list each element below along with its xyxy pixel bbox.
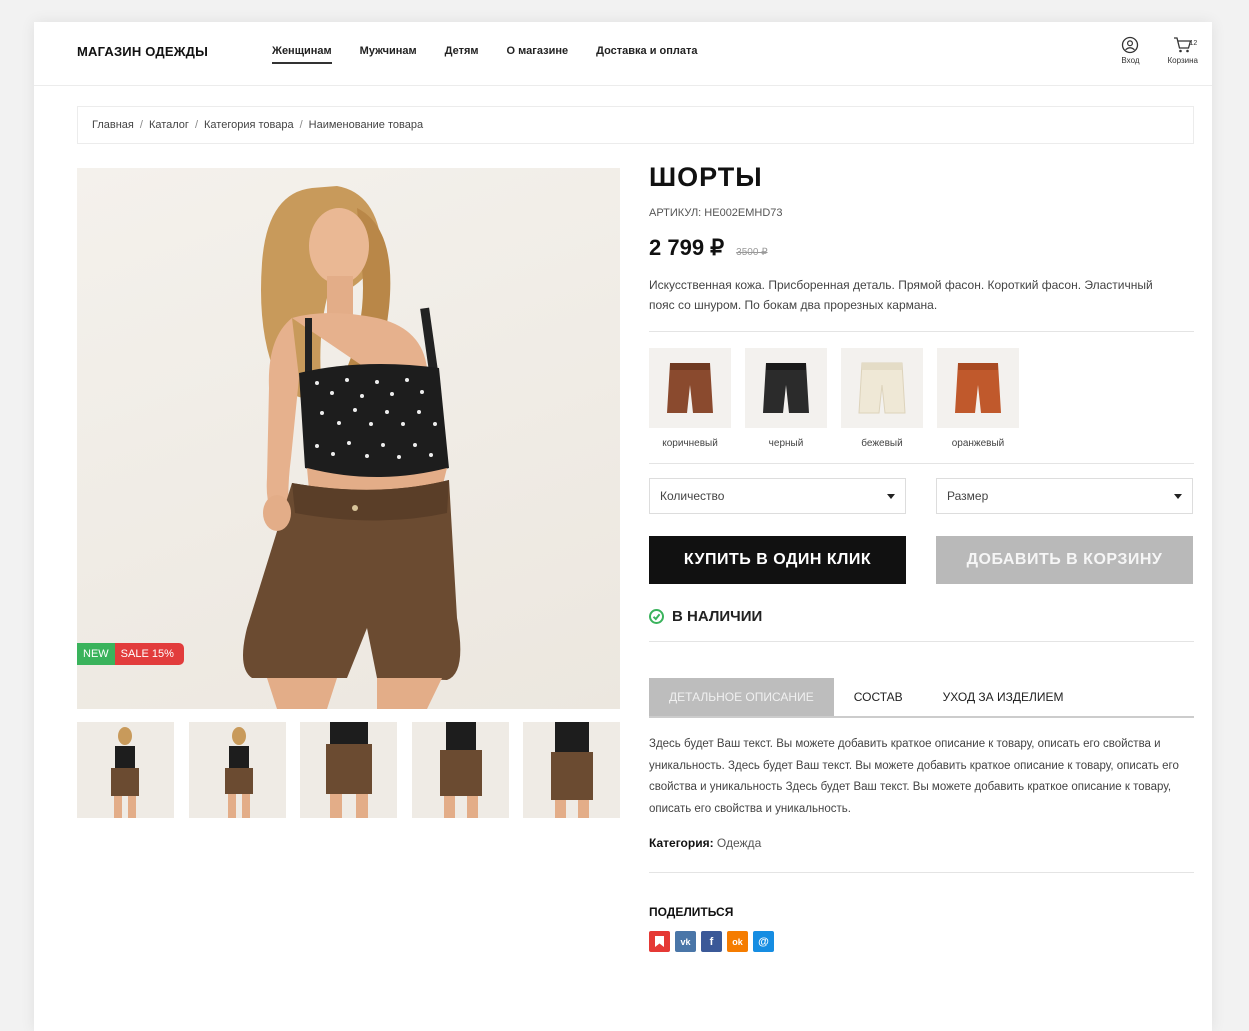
- thumbnail[interactable]: [188, 722, 286, 818]
- breadcrumb: Главная / Каталог / Категория товара / Наим…: [77, 106, 1194, 144]
- tab-detailed-description[interactable]: ДЕТАЛЬНОЕ ОПИСАНИЕ: [649, 678, 834, 716]
- badge-sale: SALE 15%: [114, 643, 184, 665]
- thumbnail[interactable]: [523, 722, 620, 818]
- thumbnail[interactable]: [77, 722, 174, 818]
- nav-item-about[interactable]: О магазине: [507, 45, 569, 64]
- divider: [649, 331, 1194, 332]
- login-label: Вход: [1121, 56, 1140, 65]
- cart-button[interactable]: 12 Корзина: [1168, 36, 1198, 65]
- product-short-description: Искусственная кожа. Присборенная деталь.…: [649, 278, 1153, 312]
- product-title: ШОРТЫ: [649, 162, 763, 192]
- vk-icon[interactable]: vk: [675, 931, 696, 952]
- chevron-down-icon: [887, 493, 895, 499]
- color-option-orange[interactable]: оранжевый: [937, 348, 1019, 449]
- divider: [649, 463, 1194, 464]
- divider: [649, 641, 1194, 642]
- color-swatch: [841, 348, 923, 428]
- facebook-icon[interactable]: f: [701, 931, 722, 952]
- color-option-beige[interactable]: бежевый: [841, 348, 923, 449]
- breadcrumb-home[interactable]: Главная: [92, 119, 134, 131]
- share-icons: vk f ok @: [649, 931, 1194, 952]
- thumbnail[interactable]: [300, 722, 397, 818]
- nav-item-delivery[interactable]: Доставка и оплата: [596, 45, 697, 64]
- product-badges: NEW SALE 15%: [77, 643, 184, 665]
- category-value[interactable]: Одежда: [717, 836, 761, 850]
- size-select[interactable]: Размер: [936, 478, 1193, 514]
- description-tabs: ДЕТАЛЬНОЕ ОПИСАНИЕ СОСТАВ УХОД ЗА ИЗДЕЛИ…: [649, 678, 1194, 718]
- product-info: ШОРТЫ АРТИКУЛ: HE002EMHD73 2 799 ₽ 3500 …: [649, 162, 1194, 952]
- photo-thumbnails: [77, 722, 620, 818]
- cart-label: Корзина: [1167, 56, 1198, 65]
- divider: [649, 872, 1194, 873]
- moimir-icon[interactable]: @: [753, 931, 774, 952]
- size-select-label: Размер: [947, 489, 989, 503]
- main-nav: Женщинам Мужчинам Детям О магазине Доста…: [272, 45, 698, 64]
- stock-label: В НАЛИЧИИ: [672, 608, 763, 625]
- buy-one-click-button[interactable]: КУПИТЬ В ОДИН КЛИК: [649, 536, 906, 584]
- quantity-select-label: Количество: [660, 489, 725, 503]
- tab-composition[interactable]: СОСТАВ: [834, 678, 923, 716]
- model-photo: [243, 186, 461, 709]
- chevron-down-icon: [1174, 493, 1182, 499]
- add-to-cart-button[interactable]: ДОБАВИТЬ В КОРЗИНУ: [936, 536, 1193, 584]
- login-button[interactable]: Вход: [1121, 36, 1140, 65]
- breadcrumb-category[interactable]: Категория товара: [204, 119, 294, 131]
- share-title: ПОДЕЛИТЬСЯ: [649, 905, 734, 919]
- product-sku: АРТИКУЛ: HE002EMHD73: [649, 207, 783, 219]
- tab-care[interactable]: УХОД ЗА ИЗДЕЛИЕМ: [923, 678, 1084, 716]
- color-label: оранжевый: [951, 438, 1005, 449]
- product-price: 2 799 ₽: [649, 235, 725, 260]
- category-label: Категория:: [649, 836, 714, 850]
- color-label: бежевый: [861, 438, 903, 449]
- nav-item-men[interactable]: Мужчинам: [360, 45, 417, 64]
- color-swatch: [649, 348, 731, 428]
- product-category: Категория: Одежда: [649, 836, 1194, 850]
- purchase-buttons: КУПИТЬ В ОДИН КЛИК ДОБАВИТЬ В КОРЗИНУ: [649, 536, 1194, 584]
- thumbnail[interactable]: [411, 722, 509, 818]
- nav-item-women[interactable]: Женщинам: [272, 45, 332, 64]
- header-actions: Вход 12 Корзина: [1121, 36, 1198, 65]
- breadcrumb-catalog[interactable]: Каталог: [149, 119, 189, 131]
- color-options: коричневый черный бежевый оранжевый: [649, 348, 1194, 449]
- bookmark-icon[interactable]: [649, 931, 670, 952]
- quantity-select[interactable]: Количество: [649, 478, 906, 514]
- color-label: черный: [768, 438, 804, 449]
- nav-item-kids[interactable]: Детям: [445, 45, 479, 64]
- page: МАГАЗИН ОДЕЖДЫ Женщинам Мужчинам Детям О…: [34, 22, 1212, 1031]
- price-row: 2 799 ₽ 3500 ₽: [649, 235, 1194, 261]
- color-swatch: [937, 348, 1019, 428]
- color-label: коричневый: [662, 438, 718, 449]
- check-circle-icon: [649, 609, 664, 624]
- color-swatch: [745, 348, 827, 428]
- cart-count: 12: [1189, 40, 1198, 47]
- product-main-photo[interactable]: NEW SALE 15%: [77, 168, 620, 709]
- badge-new: NEW: [77, 643, 115, 665]
- breadcrumb-current: Наименование товара: [308, 119, 424, 131]
- product-old-price: 3500 ₽: [736, 247, 768, 258]
- odnoklassniki-icon[interactable]: ok: [727, 931, 748, 952]
- color-option-brown[interactable]: коричневый: [649, 348, 731, 449]
- color-option-black[interactable]: черный: [745, 348, 827, 449]
- user-icon: [1122, 36, 1139, 54]
- site-header: МАГАЗИН ОДЕЖДЫ Женщинам Мужчинам Детям О…: [34, 22, 1212, 86]
- product-selects: Количество Размер: [649, 478, 1194, 514]
- detailed-description-text: Здесь будет Ваш текст. Вы можете добавит…: [649, 738, 1179, 815]
- stock-status: В НАЛИЧИИ: [649, 608, 1194, 625]
- site-logo[interactable]: МАГАЗИН ОДЕЖДЫ: [77, 44, 208, 59]
